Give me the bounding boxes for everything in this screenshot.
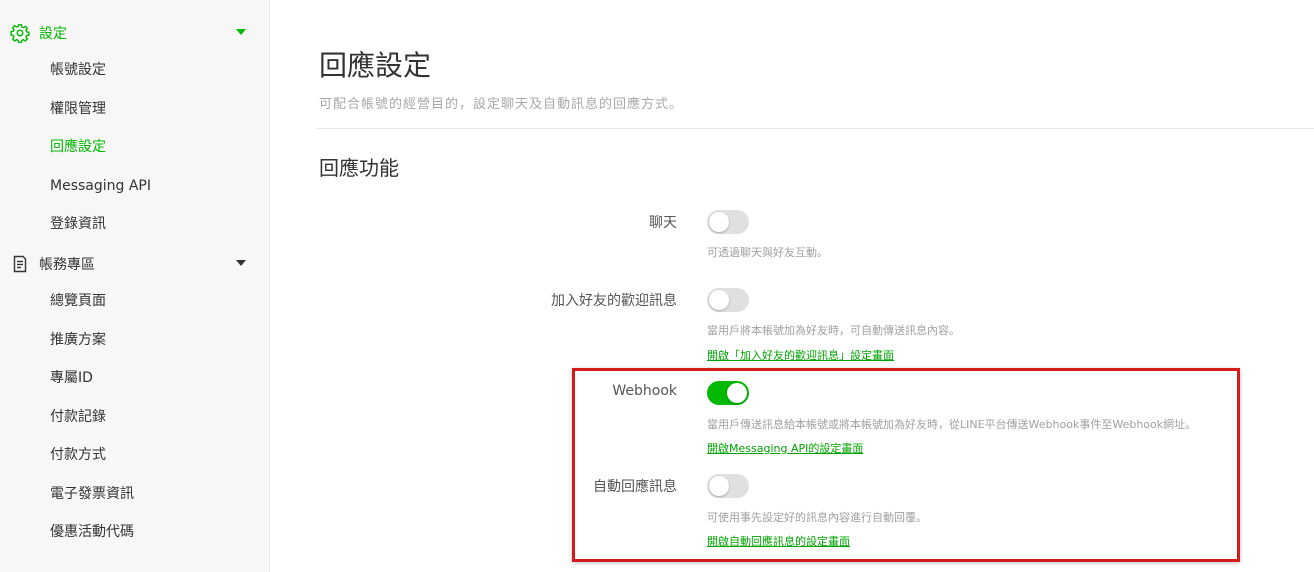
- toggle-knob: [709, 476, 729, 496]
- sidebar-item-plans[interactable]: 推廣方案: [50, 330, 106, 350]
- main-content: 回應設定 可配合帳號的經營目的，設定聊天及自動訊息的回應方式。 回應功能 聊天 …: [271, 0, 1314, 572]
- chevron-down-icon: [236, 260, 246, 266]
- toggle-knob: [727, 383, 747, 403]
- sidebar-item-payment-history[interactable]: 付款記錄: [50, 407, 106, 427]
- webhook-hint: 當用戶傳送訊息給本帳號或將本帳號加為好友時，從LINE平台傳送Webhook事件…: [707, 418, 1197, 431]
- page-title: 回應設定: [319, 49, 432, 82]
- chat-hint: 可透過聊天與好友互動。: [707, 246, 828, 259]
- toggle-knob: [709, 290, 729, 310]
- sidebar-section-billing[interactable]: 帳務專區: [10, 252, 250, 276]
- greeting-message-settings-link[interactable]: 開啟「加入好友的歡迎訊息」設定畫面: [707, 347, 894, 363]
- auto-reply-hint: 可使用事先設定好的訊息內容進行自動回覆。: [707, 511, 927, 524]
- sidebar-item-account-settings[interactable]: 帳號設定: [50, 60, 106, 80]
- greeting-message-toggle[interactable]: [707, 288, 749, 312]
- toggle-knob: [709, 212, 729, 232]
- sidebar-section-settings-label: 設定: [39, 26, 67, 42]
- sidebar-item-response-settings[interactable]: 回應設定: [50, 137, 106, 157]
- chat-label: 聊天: [649, 215, 677, 231]
- document-icon: [10, 254, 30, 274]
- auto-reply-label: 自動回應訊息: [593, 479, 677, 495]
- greeting-message-label: 加入好友的歡迎訊息: [551, 293, 677, 309]
- sidebar-item-overview[interactable]: 總覽頁面: [50, 291, 106, 311]
- divider: [317, 128, 1314, 129]
- sidebar-item-messaging-api[interactable]: Messaging API: [50, 176, 151, 196]
- webhook-toggle[interactable]: [707, 381, 749, 405]
- sidebar: 設定 帳號設定 權限管理 回應設定 Messaging API 登錄資訊 帳務專…: [0, 0, 270, 572]
- messaging-api-settings-link[interactable]: 開啟Messaging API的設定畫面: [707, 440, 863, 456]
- sidebar-section-settings[interactable]: 設定: [10, 21, 250, 45]
- sidebar-item-permissions[interactable]: 權限管理: [50, 99, 106, 119]
- sidebar-item-promo-code[interactable]: 優惠活動代碼: [50, 522, 134, 542]
- page-description: 可配合帳號的經營目的，設定聊天及自動訊息的回應方式。: [319, 97, 684, 112]
- chat-toggle[interactable]: [707, 210, 749, 234]
- section-title: 回應功能: [319, 156, 399, 180]
- sidebar-item-registration-info[interactable]: 登錄資訊: [50, 214, 106, 234]
- sidebar-item-payment-method[interactable]: 付款方式: [50, 445, 106, 465]
- sidebar-section-billing-label: 帳務專區: [39, 257, 95, 273]
- chevron-down-icon: [236, 29, 246, 35]
- auto-reply-toggle[interactable]: [707, 474, 749, 498]
- gear-icon: [10, 23, 30, 43]
- webhook-label: Webhook: [612, 383, 677, 399]
- sidebar-item-e-invoice[interactable]: 電子發票資訊: [50, 484, 134, 504]
- auto-reply-settings-link[interactable]: 開啟自動回應訊息的設定畫面: [707, 533, 850, 549]
- sidebar-item-premium-id[interactable]: 專屬ID: [50, 368, 93, 388]
- greeting-message-hint: 當用戶將本帳號加為好友時，可自動傳送訊息內容。: [707, 324, 960, 337]
